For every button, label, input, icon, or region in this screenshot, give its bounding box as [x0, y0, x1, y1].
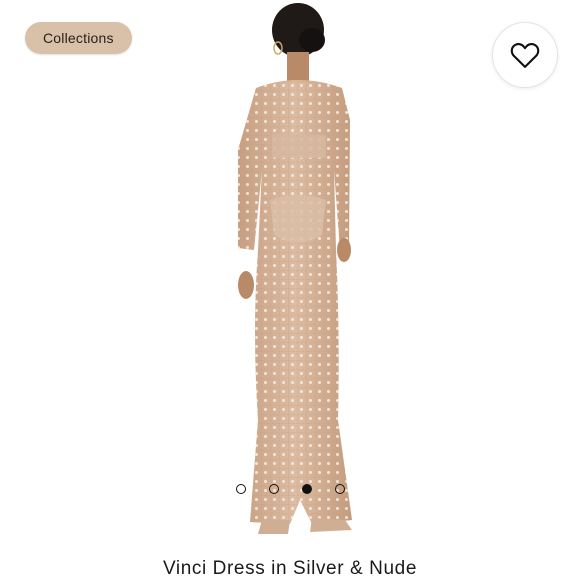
collections-label: Collections: [43, 30, 114, 46]
pagination-dot-4[interactable]: [334, 484, 345, 494]
pagination-dot-1[interactable]: [235, 484, 246, 494]
product-image[interactable]: [0, 0, 580, 545]
favorite-button[interactable]: [492, 22, 558, 88]
collections-button[interactable]: Collections: [25, 22, 132, 54]
product-title: Vinci Dress in Silver & Nude: [162, 558, 418, 579]
product-page: Collections Vinci Dress in Silver & Nude: [0, 0, 580, 580]
image-pagination: [0, 484, 580, 494]
pagination-dot-2[interactable]: [268, 484, 279, 494]
pagination-dot-3-active[interactable]: [301, 484, 312, 494]
heart-icon: [510, 43, 540, 68]
